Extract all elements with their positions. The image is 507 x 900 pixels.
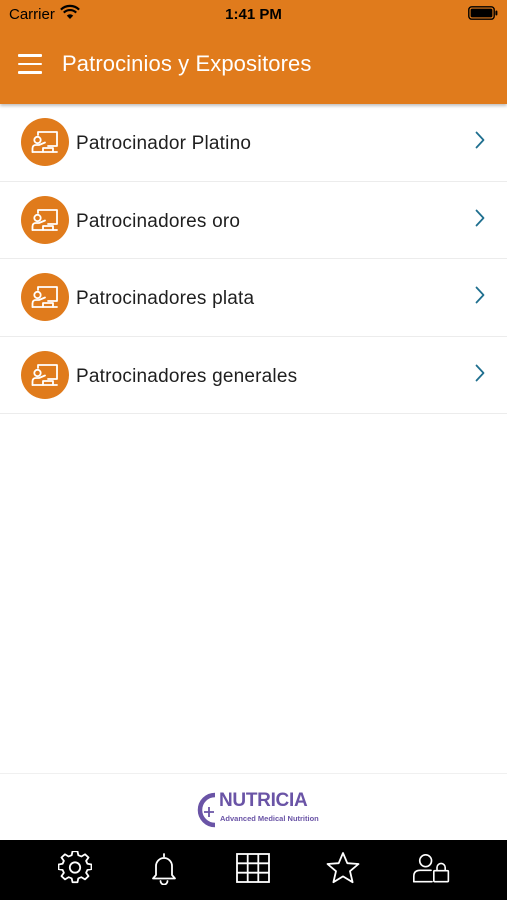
list-item-label: Patrocinadores oro (76, 210, 241, 232)
chevron-right-icon (475, 131, 485, 149)
nutricia-logo-mark-icon (197, 792, 216, 828)
list-item-label: Patrocinadores plata (76, 288, 255, 309)
chevron-right-icon (475, 364, 485, 381)
tab-notifications[interactable] (144, 848, 184, 888)
hamburger-menu-icon[interactable] (18, 54, 42, 74)
status-bar: Carrier 1:41 PM (0, 0, 507, 28)
star-icon (326, 852, 360, 884)
gear-icon (57, 851, 92, 884)
presentation-icon (21, 118, 69, 166)
presentation-icon (21, 273, 69, 321)
app-header: Carrier 1:41 PM Patrocinios y Expositore… (0, 0, 507, 104)
app-screen: Carrier 1:41 PM Patrocinios y Expositore… (0, 0, 507, 900)
grid-icon (236, 853, 271, 883)
list-item-patrocinador-platino[interactable]: Patrocinador Platino (0, 104, 507, 182)
list-item-patrocinadores-generales[interactable]: Patrocinadores generales (0, 336, 507, 414)
page-title: Patrocinios y Expositores (62, 51, 312, 76)
bottom-tab-bar (0, 840, 507, 900)
chevron-right-icon (475, 286, 485, 304)
user-lock-icon (413, 853, 450, 883)
chevron-right-icon (475, 209, 485, 226)
tab-settings[interactable] (55, 848, 95, 888)
tab-agenda-grid[interactable] (233, 848, 273, 888)
battery-icon (468, 6, 498, 20)
tab-favorites[interactable] (323, 848, 363, 888)
logo-brand-name: NUTRICIA (219, 790, 308, 811)
tab-profile-login[interactable] (412, 848, 452, 888)
list-item-label: Patrocinadores generales (76, 365, 298, 387)
footer-logo-banner: NUTRICIA Advanced Medical Nutrition (0, 773, 507, 840)
sponsor-category-list: Patrocinador Platino Patrocinadores oro (0, 104, 507, 414)
bell-icon (152, 853, 176, 885)
nutricia-logo: NUTRICIA Advanced Medical Nutrition (193, 790, 319, 830)
presentation-icon (21, 195, 69, 244)
list-item-patrocinadores-oro[interactable]: Patrocinadores oro (0, 181, 507, 259)
list-item-patrocinadores-plata[interactable]: Patrocinadores plata (0, 259, 507, 337)
nav-bar: Patrocinios y Expositores (0, 28, 507, 104)
status-time: 1:41 PM (225, 6, 282, 23)
list-item-label: Patrocinador Platino (76, 133, 252, 154)
presentation-icon (21, 350, 69, 399)
logo-tagline: Advanced Medical Nutrition (220, 814, 319, 823)
